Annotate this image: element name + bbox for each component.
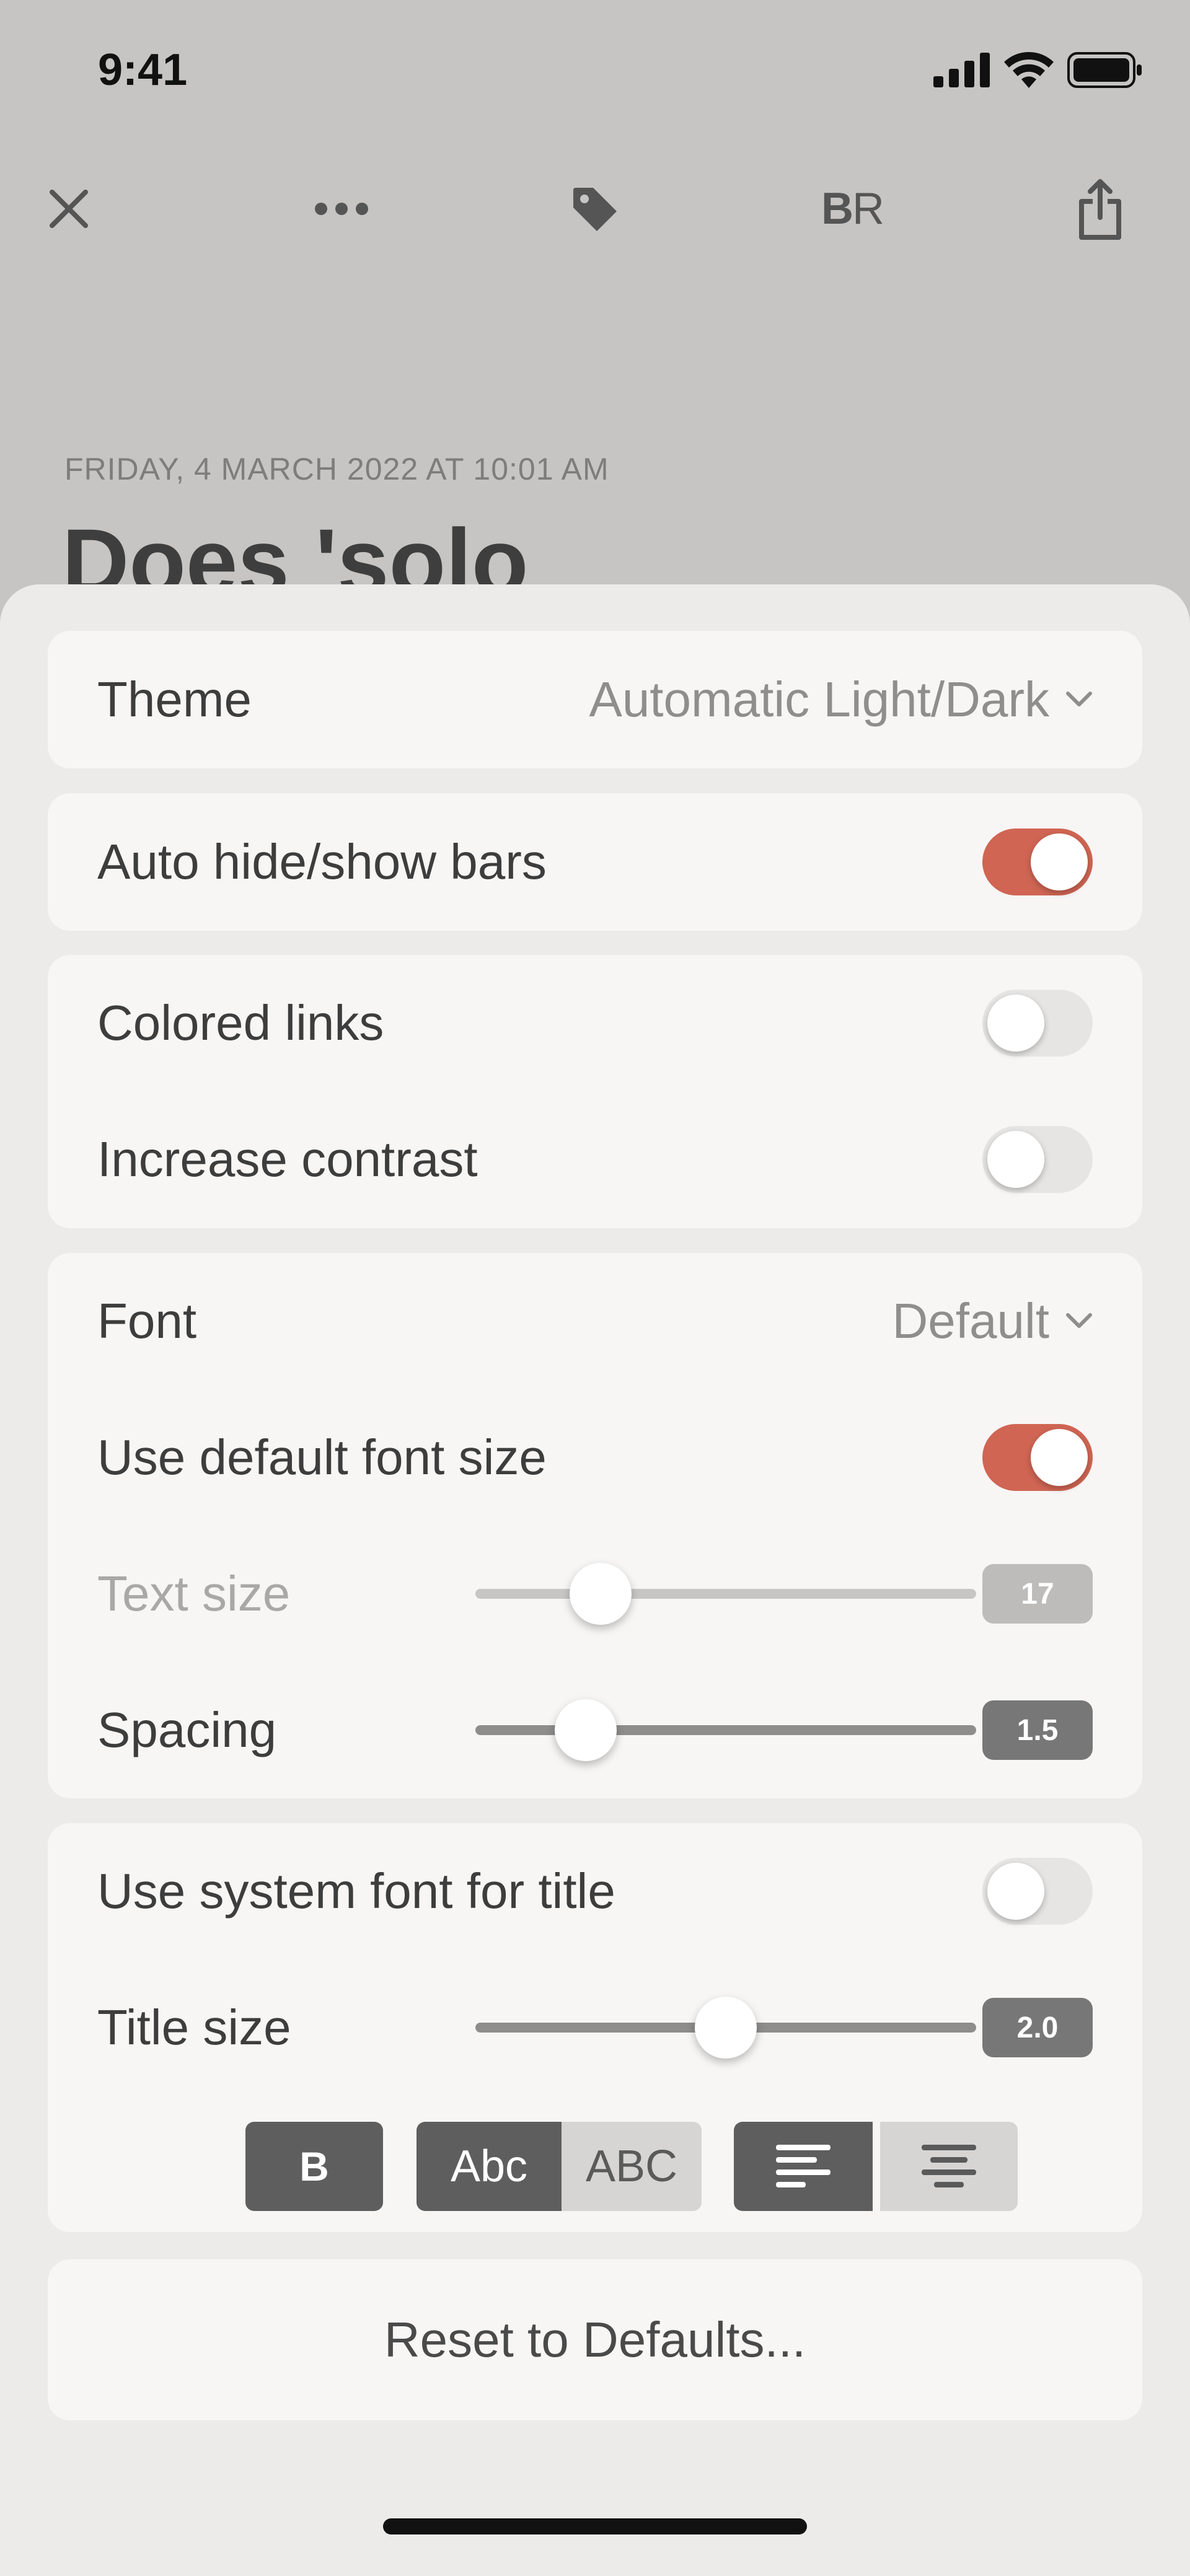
toggle-knob [1031,833,1088,890]
toggle-knob [987,995,1044,1052]
toggle-knob [1031,1429,1088,1486]
default-font-size-row: Use default font size [97,1420,1093,1495]
increase-contrast-toggle[interactable] [982,1126,1093,1193]
increase-contrast-row: Increase contrast [97,1122,1093,1197]
slider-track [475,1589,976,1599]
auto-hide-card: Auto hide/show bars [48,793,1142,931]
spacing-label: Spacing [97,1702,277,1757]
article-background: 9:41 BR FRIDAY, 4 MARCH 2022 AT 10:01 AM… [0,0,1190,682]
links-contrast-card: Colored links Increase contrast [48,955,1142,1228]
reset-button[interactable]: Reset to Defaults... [48,2259,1142,2420]
more-icon[interactable] [314,181,369,237]
br-toggle[interactable]: BR [818,181,886,237]
font-row[interactable]: Font Default [97,1284,1093,1358]
br-regular-letter: R [852,184,884,234]
text-size-slider[interactable] [475,1557,976,1631]
share-icon[interactable] [1072,179,1128,240]
system-font-title-label: Use system font for title [97,1863,615,1919]
auto-hide-row: Auto hide/show bars [97,825,1093,899]
colored-links-label: Colored links [97,995,384,1050]
colored-links-toggle[interactable] [982,990,1093,1057]
title-size-slider[interactable] [475,1990,976,2065]
status-time: 9:41 [98,45,188,95]
theme-value: Automatic Light/Dark [589,672,1049,727]
auto-hide-toggle[interactable] [982,829,1093,895]
theme-dropdown[interactable]: Automatic Light/Dark [589,671,1093,728]
title-case-button[interactable]: Abc [416,2122,562,2211]
chevron-down-icon [1066,1313,1092,1328]
slider-thumb[interactable] [570,1563,632,1625]
cellular-signal-icon [933,53,990,87]
font-dropdown[interactable]: Default [892,1293,1093,1350]
title-size-row: Title size 2.0 [97,1990,1093,2065]
font-value: Default [892,1293,1049,1348]
increase-contrast-label: Increase contrast [97,1132,478,1187]
wifi-icon [1004,52,1054,88]
slider-thumb[interactable] [554,1699,617,1761]
default-font-size-label: Use default font size [97,1430,547,1485]
slider-thumb[interactable] [695,1997,757,2059]
battery-icon [1067,52,1142,88]
toggle-knob [987,1863,1044,1920]
theme-label: Theme [97,672,252,727]
chevron-down-icon [1066,692,1092,706]
title-size-label: Title size [97,2000,291,2055]
default-font-size-toggle[interactable] [982,1424,1093,1491]
reset-label: Reset to Defaults... [384,2312,806,2367]
slider-track [475,1725,976,1735]
close-icon[interactable] [41,181,97,237]
title-size-value: 2.0 [982,1998,1093,2057]
auto-hide-label: Auto hide/show bars [97,834,547,889]
br-bold-letter: B [821,184,853,234]
spacing-row: Spacing 1.5 [97,1693,1093,1767]
system-font-title-row: Use system font for title [97,1854,1093,1928]
toggle-knob [987,1131,1044,1188]
article-date: FRIDAY, 4 MARCH 2022 AT 10:01 AM [64,452,609,486]
text-size-row: Text size 17 [97,1557,1093,1631]
theme-row[interactable]: Theme Automatic Light/Dark [97,662,1093,737]
system-font-title-toggle[interactable] [982,1858,1093,1925]
align-center-icon [922,2145,976,2187]
home-indicator [383,2518,807,2534]
spacing-value: 1.5 [982,1700,1093,1760]
font-card: Font Default Use default font size Text … [48,1253,1142,1798]
tag-icon[interactable] [566,181,622,237]
colored-links-row: Colored links [97,986,1093,1060]
align-left-icon [776,2145,831,2187]
spacing-slider[interactable] [475,1693,976,1767]
status-icons [933,52,1143,88]
theme-card: Theme Automatic Light/Dark [48,631,1142,768]
align-center-button[interactable] [880,2122,1018,2211]
uppercase-button[interactable]: ABC [562,2122,702,2211]
align-left-button[interactable] [734,2122,873,2211]
font-label: Font [97,1293,197,1348]
bold-button[interactable]: B [245,2122,383,2211]
text-size-value: 17 [982,1564,1093,1624]
text-size-label: Text size [97,1566,291,1621]
